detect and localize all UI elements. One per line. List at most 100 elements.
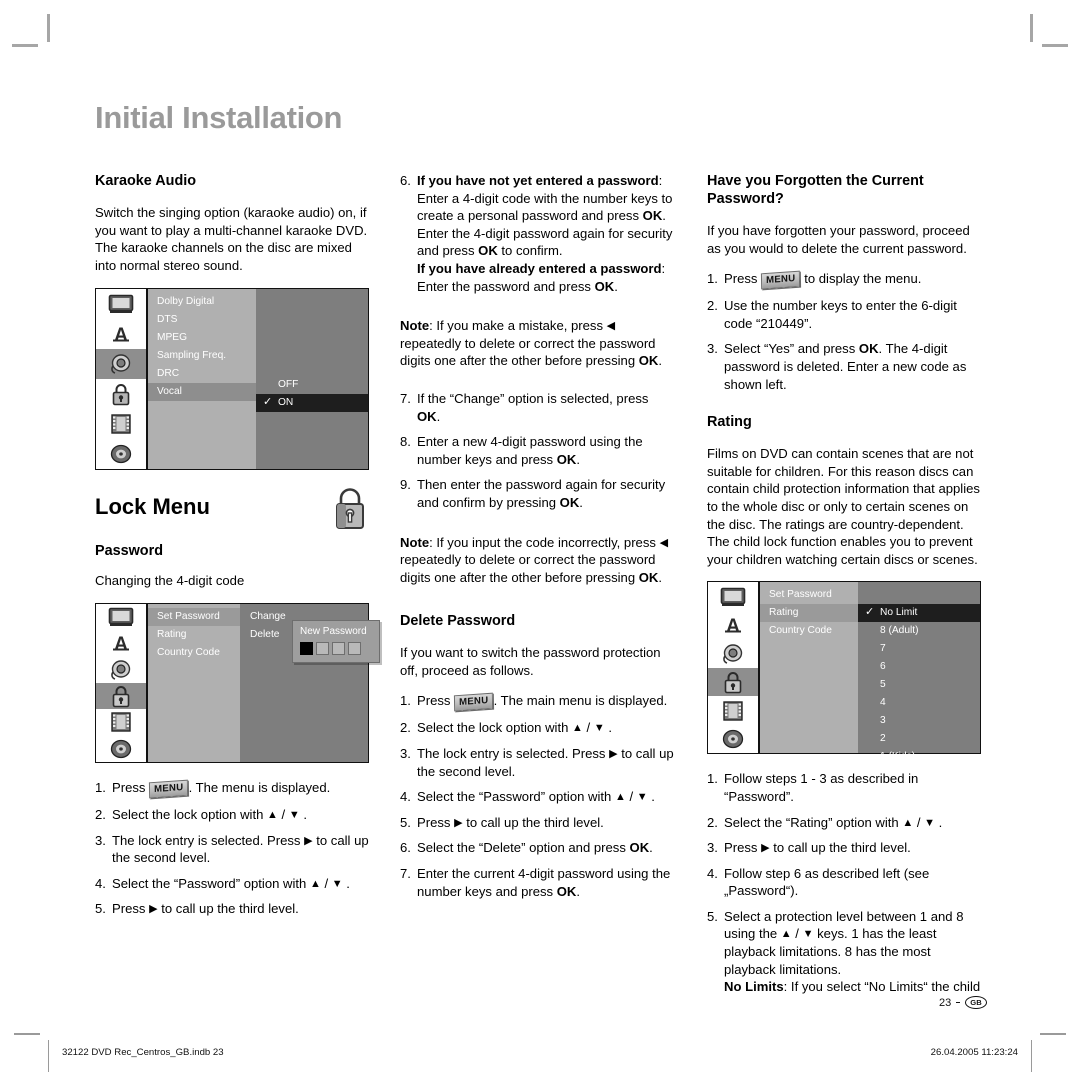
password-digit-box[interactable] (300, 641, 313, 655)
password-heading: Password (95, 543, 163, 560)
list-item: 7. Enter the current 4-digit password usi… (400, 866, 671, 899)
osd-menu-item[interactable]: DRC (148, 365, 256, 383)
osd-menu-item[interactable]: Set Password (760, 586, 858, 604)
osd-menu-item[interactable]: MPEG (148, 329, 256, 347)
crop-mark-top-left-v (47, 14, 50, 42)
osd-menu-column: Dolby Digital DTS MPEG Sampling Freq. DR… (148, 289, 256, 470)
osd-icon-rail: A (708, 582, 760, 754)
forgotten-password-intro: If you have forgotten your password, pro… (707, 223, 970, 256)
password-digit-box[interactable] (332, 641, 345, 655)
osd-option-rating[interactable]: 5 (858, 676, 980, 694)
password-digit-box[interactable] (316, 641, 329, 655)
osd-option-rating[interactable]: 8 (Adult) (858, 622, 980, 640)
osd-option-rating[interactable]: 1 (Kids) (858, 748, 980, 766)
osd-option-on[interactable]: ✓ ON (256, 394, 368, 413)
footer-tick-right (1031, 1040, 1032, 1072)
display-icon (708, 582, 758, 611)
column-left: Karaoke Audio Switch the singing option … (95, 172, 380, 918)
list-item: 3. The lock entry is selected. Press ▶ to… (400, 746, 674, 779)
osd-option-rating[interactable]: 3 (858, 712, 980, 730)
list-item: 4. Select the “Password” option with ▲ / … (95, 875, 350, 891)
step-text: Select the “Delete” option and press OK. (417, 840, 653, 856)
osd-option-no-limit[interactable]: ✓ No Limit (858, 604, 980, 623)
osd-menu-item-selected[interactable]: Rating (760, 604, 858, 623)
list-item: 8. Enter a new 4-digit password using the… (400, 434, 643, 467)
lock-illustration-icon (336, 488, 364, 530)
osd-option-off[interactable]: OFF (256, 376, 368, 394)
osd-menu-item[interactable]: Sampling Freq. (148, 347, 256, 365)
osd-menu-column: Set Password Rating Country Code (760, 582, 858, 754)
display-icon (96, 604, 146, 630)
delete-password-steps-list: 1. Press MENU. The main menu is displayed… (400, 692, 674, 900)
osd-menu-item[interactable]: DTS (148, 311, 256, 329)
list-item: 9. Then enter the password again for secu… (400, 477, 666, 510)
osd-menu-item-selected[interactable]: Vocal (148, 383, 256, 402)
page-number-marker: 23 GB (939, 996, 987, 1009)
osd-menu-column: Set Password Rating Country Code (148, 603, 240, 762)
lock-icon (96, 682, 146, 710)
list-item: 3. Select “Yes” and press OK. The 4-digit… (707, 341, 967, 392)
step-text: Select the lock option with ▲ / ▼ . (112, 806, 308, 822)
svg-text:A: A (114, 634, 128, 654)
password-digit-box[interactable] (348, 641, 361, 655)
osd-menu-item[interactable]: Country Code (760, 622, 858, 640)
footer-tick-left (48, 1040, 49, 1072)
list-item: 4. Select the “Password” option with ▲ / … (400, 789, 655, 805)
delete-password-heading: Delete Password (400, 613, 516, 630)
osd-menu-item-selected[interactable]: Set Password (148, 607, 240, 626)
delete-password-intro: If you want to switch the password prote… (400, 645, 661, 678)
password-intro: Changing the 4-digit code (95, 573, 245, 589)
film-icon (96, 409, 146, 439)
lock-menu-header-row: Lock Menu (95, 488, 369, 530)
list-item: 6. Select the “Delete” option and press O… (400, 840, 653, 856)
forgotten-password-heading: Have you Forgotten the Current Password? (707, 173, 924, 207)
menu-key-badge: MENU (454, 693, 494, 712)
password-steps-789: 7. If the “Change” option is selected, pr… (400, 390, 674, 512)
step-text: The lock entry is selected. Press ▶ to c… (112, 832, 369, 866)
audio-speaker-icon (708, 639, 758, 668)
list-item: 1. Press MENU to display the menu. (707, 270, 981, 290)
rating-heading: Rating (707, 414, 752, 431)
osd-icon-rail: A (96, 603, 148, 762)
osd-option-column: OFF ✓ ON (256, 289, 368, 470)
osd-option-rating[interactable]: 6 (858, 658, 980, 676)
list-item: 2. Select the “Rating” option with ▲ / ▼ … (707, 814, 943, 830)
step-text: Follow step 6 as described left (see „Pa… (724, 865, 930, 899)
osd-option-rating[interactable]: 4 (858, 694, 980, 712)
step-text: Select a protection level between 1 and … (724, 908, 981, 995)
step-text: Select the “Rating” option with ▲ / ▼ . (724, 814, 943, 830)
osd-option-rating[interactable]: 7 (858, 640, 980, 658)
crop-mark-top-right-v (1030, 14, 1033, 42)
osd-menu-item[interactable]: Country Code (148, 644, 240, 662)
list-item: 5. Press ▶ to call up the third level. (400, 814, 604, 830)
step-text: Press MENU to display the menu. (724, 270, 921, 290)
svg-text:A: A (726, 616, 740, 636)
list-item: 5. Press ▶ to call up the third level. (95, 901, 299, 917)
film-icon (708, 696, 758, 725)
crop-mark-top-left-h (12, 44, 38, 47)
step-text: Select the lock option with ▲ / ▼ . (417, 720, 613, 736)
rating-steps-list: 1. Follow steps 1 - 3 as described in “Pa… (707, 770, 981, 996)
footer-file-name: 32122 DVD Rec_Centros_GB.indb 23 (62, 1047, 224, 1058)
step-text: Select the “Password” option with ▲ / ▼ … (417, 789, 655, 805)
step-text: Press MENU. The menu is displayed. (112, 779, 330, 799)
footer-crop-left (14, 1033, 40, 1035)
display-icon (96, 289, 146, 319)
list-item: 1. Press MENU. The main menu is displayed… (400, 692, 674, 712)
region-badge: GB (965, 996, 987, 1009)
list-item: 5. Select a protection level between 1 an… (707, 908, 981, 995)
password-step6-list: 6. If you have not yet entered a password… (400, 172, 674, 295)
lock-icon (708, 667, 758, 697)
note-incorrect-code: Note: If you input the code incorrectly,… (400, 534, 669, 585)
page-title: Initial Installation (95, 100, 343, 135)
audio-speaker-icon (96, 657, 146, 683)
karaoke-audio-body: Switch the singing option (karaoke audio… (95, 205, 368, 273)
osd-menu-item[interactable]: Dolby Digital (148, 293, 256, 311)
checkmark-icon: ✓ (263, 396, 273, 409)
new-password-popup: New Password (292, 619, 380, 663)
osd-option-rating[interactable]: 2 (858, 730, 980, 748)
step-text: Follow steps 1 - 3 as described in “Pass… (724, 771, 919, 804)
marker-dash (956, 1002, 961, 1003)
osd-menu-item[interactable]: Rating (148, 626, 240, 644)
step-text: If the “Change” option is selected, pres… (417, 390, 649, 424)
